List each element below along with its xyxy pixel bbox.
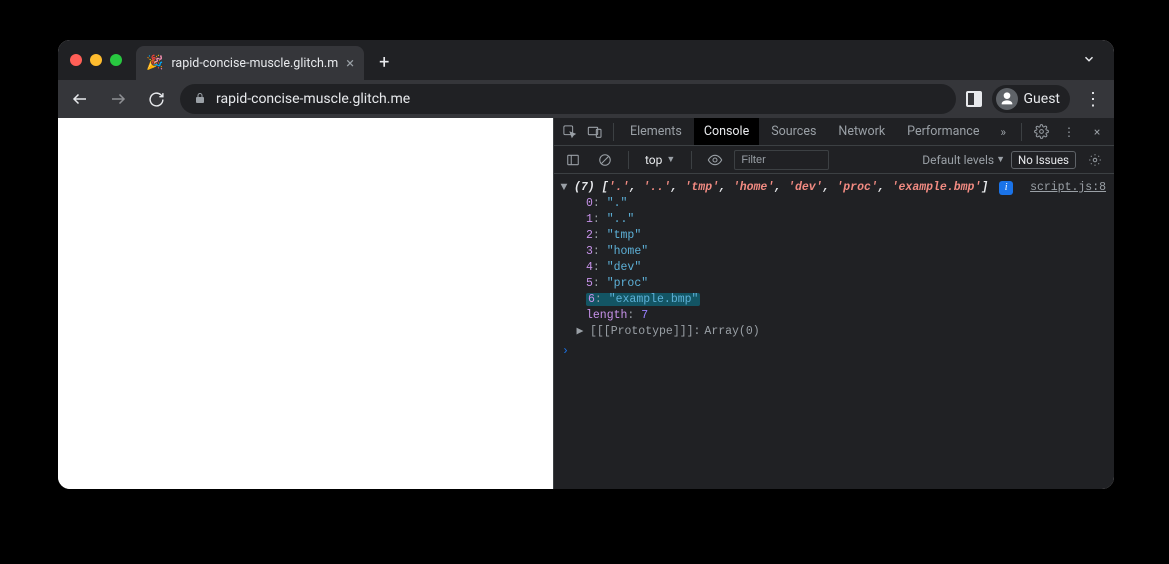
separator <box>628 151 629 169</box>
more-tabs-button[interactable]: » <box>991 119 1015 145</box>
issues-button[interactable]: No Issues <box>1011 151 1076 169</box>
context-selector[interactable]: top ▼ <box>639 151 681 169</box>
chevron-down-icon: ▼ <box>996 154 1005 165</box>
back-button[interactable] <box>66 85 94 113</box>
minimize-window-button[interactable] <box>90 54 102 66</box>
url-text: rapid-concise-muscle.glitch.me <box>216 91 410 107</box>
info-icon[interactable]: i <box>999 181 1013 195</box>
tab-sources[interactable]: Sources <box>761 118 826 145</box>
separator <box>1021 123 1022 141</box>
length-row: length: 7 <box>558 308 1106 324</box>
inspect-element-button[interactable] <box>558 119 582 145</box>
separator <box>613 123 614 141</box>
page-viewport[interactable] <box>58 118 553 489</box>
forward-button[interactable] <box>104 85 132 113</box>
array-entry: 6: "example.bmp" <box>586 292 1106 308</box>
toggle-sidebar-button[interactable] <box>560 147 586 173</box>
profile-button[interactable]: Guest <box>992 85 1070 113</box>
console-settings-button[interactable] <box>1082 147 1108 173</box>
array-entry: 1: ".." <box>586 212 1106 228</box>
tab-overflow-button[interactable] <box>1072 45 1106 76</box>
log-levels-label: Default levels <box>922 153 994 167</box>
log-entry-header[interactable]: ▼ (7) ['.', '..', 'tmp', 'home', 'dev', … <box>558 180 1106 196</box>
console-prompt[interactable]: › <box>558 344 1106 360</box>
devtools-tabs: Elements Console Sources Network Perform… <box>554 118 1114 146</box>
array-count: (7) <box>574 181 595 194</box>
close-tab-button[interactable]: × <box>346 54 354 72</box>
clear-console-button[interactable] <box>592 147 618 173</box>
context-label: top <box>645 153 662 167</box>
device-toolbar-button[interactable] <box>584 119 608 145</box>
reload-button[interactable] <box>142 85 170 113</box>
console-toolbar: top ▼ Default levels ▼ No Issues <box>554 146 1114 174</box>
content-area: Elements Console Sources Network Perform… <box>58 118 1114 489</box>
tab-title: rapid-concise-muscle.glitch.m <box>171 56 338 71</box>
array-entry: 2: "tmp" <box>586 228 1106 244</box>
toolbar: rapid-concise-muscle.glitch.me Guest ⋮ <box>58 80 1114 118</box>
lock-icon <box>194 92 206 107</box>
array-entry: 0: "." <box>586 196 1106 212</box>
log-levels-selector[interactable]: Default levels ▼ <box>922 153 1005 167</box>
address-bar[interactable]: rapid-concise-muscle.glitch.me <box>180 84 956 114</box>
chevron-down-icon: ▼ <box>666 154 675 165</box>
tab-network[interactable]: Network <box>828 118 895 145</box>
disclosure-triangle[interactable]: ▼ <box>558 180 570 196</box>
filter-input[interactable] <box>741 151 822 169</box>
array-expansion: 0: "."1: ".."2: "tmp"3: "home"4: "dev"5:… <box>558 196 1106 308</box>
tab-strip: 🎉 rapid-concise-muscle.glitch.m × + <box>58 40 1114 80</box>
tab-performance[interactable]: Performance <box>897 118 989 145</box>
profile-label: Guest <box>1024 91 1060 107</box>
devtools-menu-button[interactable]: ⋮ <box>1056 119 1082 145</box>
tab-elements[interactable]: Elements <box>620 118 692 145</box>
browser-menu-button[interactable]: ⋮ <box>1080 89 1106 110</box>
array-entry: 3: "home" <box>586 244 1106 260</box>
browser-tab[interactable]: 🎉 rapid-concise-muscle.glitch.m × <box>136 46 364 80</box>
disclosure-triangle[interactable]: ▶ <box>574 324 586 340</box>
side-panel-button[interactable] <box>966 91 982 107</box>
window-controls <box>66 54 130 66</box>
array-entry: 4: "dev" <box>586 260 1106 276</box>
avatar-icon <box>996 88 1018 110</box>
new-tab-button[interactable]: + <box>370 48 398 76</box>
close-devtools-button[interactable]: × <box>1084 119 1110 145</box>
prototype-row[interactable]: ▶ [[[Prototype]]]: Array(0) <box>558 324 1106 340</box>
devtools-panel: Elements Console Sources Network Perform… <box>553 118 1114 489</box>
live-expression-button[interactable] <box>702 147 728 173</box>
tab-favicon: 🎉 <box>146 55 163 71</box>
maximize-window-button[interactable] <box>110 54 122 66</box>
separator <box>691 151 692 169</box>
source-link[interactable]: script.js:8 <box>1030 180 1106 196</box>
array-entry: 5: "proc" <box>586 276 1106 292</box>
settings-button[interactable] <box>1028 119 1054 145</box>
toolbar-right: Guest ⋮ <box>966 85 1106 113</box>
tab-console[interactable]: Console <box>694 118 759 145</box>
close-window-button[interactable] <box>70 54 82 66</box>
console-body[interactable]: ▼ (7) ['.', '..', 'tmp', 'home', 'dev', … <box>554 174 1114 489</box>
browser-window: 🎉 rapid-concise-muscle.glitch.m × + rapi… <box>58 40 1114 489</box>
filter-input-wrap <box>734 150 829 170</box>
